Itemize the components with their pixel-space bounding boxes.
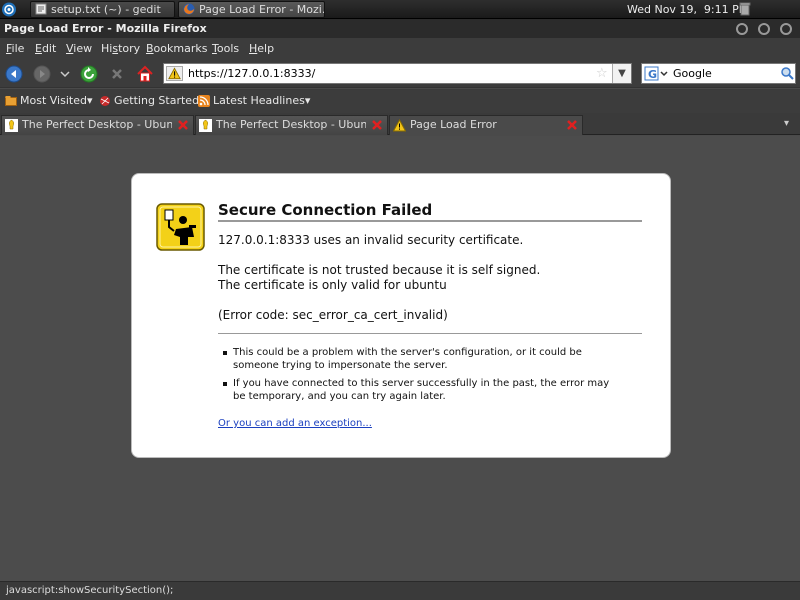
window-titlebar[interactable]: Page Load Error - Mozilla Firefox bbox=[0, 19, 800, 38]
bookmark-star-icon[interactable]: ☆ bbox=[596, 66, 608, 81]
error-explanation-list: This could be a problem with the server'… bbox=[218, 346, 618, 408]
bookmark-most-visited[interactable]: Most Visited▾ bbox=[5, 89, 92, 113]
rss-feed-icon bbox=[198, 95, 210, 107]
warning-icon bbox=[393, 119, 406, 132]
tab-close-icon[interactable] bbox=[566, 119, 578, 131]
tab-close-icon[interactable] bbox=[371, 119, 383, 131]
tab-bar: The Perfect Desktop - Ubunt... The Perfe… bbox=[0, 113, 800, 135]
window-title: Page Load Error - Mozilla Firefox bbox=[4, 22, 207, 35]
menu-file[interactable]: File bbox=[6, 38, 24, 60]
system-menu-icon[interactable] bbox=[0, 0, 20, 19]
page-favicon-icon bbox=[5, 119, 18, 132]
taskbar-gedit[interactable]: setup.txt (~) - gedit bbox=[30, 1, 175, 18]
menu-edit[interactable]: Edit bbox=[35, 38, 56, 60]
list-item: If you have connected to this server suc… bbox=[218, 377, 618, 403]
menu-view[interactable]: View bbox=[66, 38, 92, 60]
bookmark-getting-started[interactable]: Getting Started bbox=[99, 89, 199, 113]
tab-close-icon[interactable] bbox=[177, 119, 189, 131]
text-editor-icon bbox=[35, 3, 47, 15]
error-code: (Error code: sec_error_ca_cert_invalid) bbox=[218, 308, 448, 322]
menu-bar: File Edit View History Bookmarks Tools H… bbox=[0, 38, 800, 60]
list-item: This could be a problem with the server'… bbox=[218, 346, 618, 372]
page-content: Secure Connection Failed 127.0.0.1:8333 … bbox=[0, 136, 800, 581]
history-dropdown-icon[interactable] bbox=[58, 65, 72, 83]
back-icon[interactable] bbox=[5, 65, 23, 83]
google-engine-icon[interactable]: G bbox=[644, 66, 670, 81]
panel-clock[interactable]: Wed Nov 19, 9:11 PM bbox=[627, 0, 748, 19]
close-window-button[interactable] bbox=[780, 23, 792, 35]
menu-history[interactable]: History bbox=[101, 38, 140, 60]
smart-folder-icon bbox=[5, 96, 17, 106]
error-line-valid-for: The certificate is only valid for ubuntu bbox=[218, 278, 447, 292]
maximize-button[interactable] bbox=[758, 23, 770, 35]
status-text: javascript:showSecuritySection(); bbox=[6, 585, 174, 596]
url-text: https://127.0.0.1:8333/ bbox=[188, 67, 316, 80]
search-input[interactable]: Google bbox=[673, 64, 712, 83]
warning-identity-icon[interactable] bbox=[166, 66, 183, 81]
url-dropdown-button[interactable]: ▼ bbox=[612, 64, 631, 83]
security-officer-icon bbox=[156, 203, 205, 251]
tab-perfect-desktop-2[interactable]: The Perfect Desktop - Ubunt... bbox=[195, 115, 388, 135]
error-line-host: 127.0.0.1:8333 uses an invalid security … bbox=[218, 233, 524, 247]
tab-perfect-desktop-1[interactable]: The Perfect Desktop - Ubunt... bbox=[1, 115, 194, 135]
error-page-container: Secure Connection Failed 127.0.0.1:8333 … bbox=[131, 173, 671, 458]
reload-icon[interactable] bbox=[80, 65, 98, 83]
menu-bookmarks[interactable]: Bookmarks bbox=[146, 38, 207, 60]
error-title: Secure Connection Failed bbox=[218, 201, 642, 222]
firefox-icon bbox=[183, 3, 195, 15]
search-bar[interactable]: G Google bbox=[641, 63, 796, 84]
stop-icon[interactable] bbox=[108, 65, 126, 83]
page-favicon-icon bbox=[199, 119, 212, 132]
tab-list-icon[interactable]: ▾ bbox=[784, 115, 789, 133]
forward-icon[interactable] bbox=[33, 65, 51, 83]
url-bar[interactable]: https://127.0.0.1:8333/ ☆ ▼ bbox=[163, 63, 632, 84]
bookmarks-toolbar: Most Visited▾ Getting Started Latest Hea… bbox=[0, 89, 800, 113]
divider bbox=[218, 333, 642, 334]
top-panel: setup.txt (~) - gedit Page Load Error - … bbox=[0, 0, 800, 19]
svg-text:G: G bbox=[648, 68, 657, 81]
menu-tools[interactable]: Tools bbox=[212, 38, 239, 60]
taskbar-firefox[interactable]: Page Load Error - Mozi... bbox=[178, 1, 325, 18]
taskbar-gedit-label: setup.txt (~) - gedit bbox=[51, 3, 161, 16]
firefox-bookmark-icon bbox=[100, 96, 110, 106]
tab-page-load-error[interactable]: Page Load Error bbox=[389, 115, 583, 135]
trash-icon[interactable] bbox=[739, 2, 751, 16]
status-bar: javascript:showSecuritySection(); bbox=[0, 581, 800, 600]
bookmark-latest-headlines[interactable]: Latest Headlines▾ bbox=[198, 89, 310, 113]
home-icon[interactable] bbox=[136, 65, 154, 83]
minimize-button[interactable] bbox=[736, 23, 748, 35]
search-icon[interactable] bbox=[780, 66, 794, 80]
add-exception-link[interactable]: Or you can add an exception... bbox=[218, 418, 372, 429]
error-line-self-signed: The certificate is not trusted because i… bbox=[218, 263, 541, 277]
menu-help[interactable]: Help bbox=[249, 38, 274, 60]
error-description: 127.0.0.1:8333 uses an invalid security … bbox=[218, 233, 642, 338]
taskbar-firefox-label: Page Load Error - Mozi... bbox=[199, 3, 325, 16]
